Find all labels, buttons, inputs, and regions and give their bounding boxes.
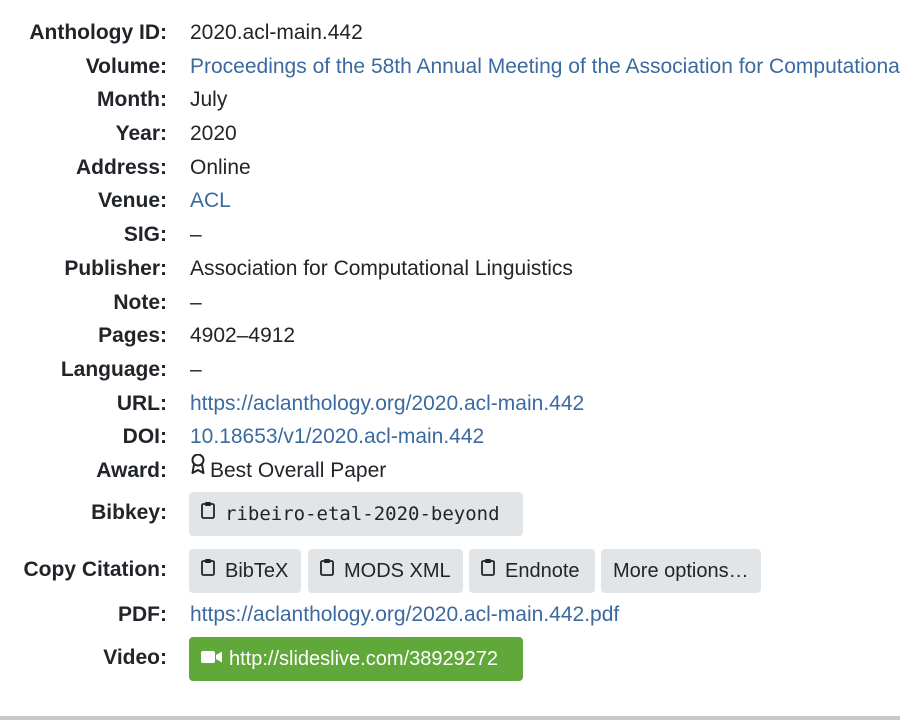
row-url: URL: https://aclanthology.org/2020.acl-m…: [0, 387, 900, 421]
value-publisher: Association for Computational Linguistic…: [190, 257, 573, 280]
label-publisher: Publisher:: [64, 257, 167, 280]
label-anthology-id: Anthology ID:: [29, 21, 167, 44]
row-anthology-id: Anthology ID: 2020.acl-main.442: [0, 16, 900, 50]
url-link[interactable]: https://aclanthology.org/2020.acl-main.4…: [190, 392, 584, 415]
more-options-label: More options…: [613, 560, 749, 582]
row-publisher: Publisher: Association for Computational…: [0, 252, 900, 286]
video-camera-icon: [201, 636, 223, 680]
label-note: Note:: [113, 291, 167, 314]
bottom-divider: [0, 716, 900, 720]
row-video: Video: http://slideslive.com/38929272: [0, 637, 900, 681]
mods-xml-label: MODS XML: [344, 560, 451, 582]
video-url-text: http://slideslive.com/38929272: [229, 648, 499, 670]
value-address: Online: [190, 156, 251, 179]
row-address: Address: Online: [0, 151, 900, 185]
row-language: Language: –: [0, 353, 900, 387]
label-venue: Venue:: [98, 189, 167, 212]
row-pages: Pages: 4902–4912: [0, 319, 900, 353]
label-url: URL:: [116, 392, 167, 415]
row-doi: DOI: 10.18653/v1/2020.acl-main.442: [0, 420, 900, 454]
copy-bibkey-button[interactable]: ribeiro-etal-2020-beyond: [189, 492, 523, 536]
row-pdf: PDF: https://aclanthology.org/2020.acl-m…: [0, 598, 900, 632]
copy-endnote-button[interactable]: Endnote: [469, 549, 595, 593]
value-pages: 4902–4912: [190, 324, 296, 347]
label-doi: DOI:: [122, 425, 167, 448]
row-award: Award: Best Overall Paper: [0, 454, 900, 488]
label-bibkey: Bibkey:: [91, 501, 167, 524]
bibkey-text: ribeiro-etal-2020-beyond: [225, 503, 500, 525]
row-year: Year: 2020: [0, 117, 900, 151]
label-copy-citation: Copy Citation:: [23, 558, 167, 581]
label-sig: SIG:: [123, 223, 167, 246]
value-year: 2020: [190, 122, 237, 145]
row-month: Month: July: [0, 83, 900, 117]
label-volume: Volume:: [85, 55, 167, 78]
doi-link[interactable]: 10.18653/v1/2020.acl-main.442: [190, 425, 484, 448]
row-copy-citation: Copy Citation: BibTeX MODS XML Endnote M…: [0, 549, 900, 593]
row-sig: SIG: –: [0, 218, 900, 252]
paper-details-list: Anthology ID: 2020.acl-main.442 Volume: …: [0, 0, 900, 720]
label-year: Year:: [115, 122, 167, 145]
label-video: Video:: [103, 646, 167, 669]
value-anthology-id: 2020.acl-main.442: [190, 21, 363, 44]
label-language: Language:: [60, 358, 167, 381]
award-text: Best Overall Paper: [210, 459, 387, 482]
label-pdf: PDF:: [118, 603, 167, 626]
row-note: Note: –: [0, 286, 900, 320]
volume-link[interactable]: Proceedings of the 58th Annual Meeting o…: [190, 55, 900, 78]
label-award: Award:: [96, 459, 167, 482]
more-options-button[interactable]: More options…: [601, 549, 761, 593]
award-icon: [190, 454, 206, 486]
clipboard-icon: [201, 548, 215, 592]
row-volume: Volume: Proceedings of the 58th Annual M…: [0, 50, 900, 84]
value-award: Best Overall Paper: [190, 454, 900, 488]
endnote-label: Endnote: [505, 560, 580, 582]
value-month: July: [190, 88, 228, 111]
row-bibkey: Bibkey: ribeiro-etal-2020-beyond: [0, 492, 900, 536]
value-language: –: [190, 358, 202, 381]
value-note: –: [190, 291, 202, 314]
clipboard-icon: [201, 491, 215, 535]
value-sig: –: [190, 223, 202, 246]
clipboard-icon: [320, 548, 334, 592]
label-month: Month:: [97, 88, 167, 111]
venue-link[interactable]: ACL: [190, 189, 231, 212]
bibtex-label: BibTeX: [225, 560, 289, 582]
copy-mods-xml-button[interactable]: MODS XML: [308, 549, 463, 593]
row-venue: Venue: ACL: [0, 184, 900, 218]
clipboard-icon: [481, 548, 495, 592]
video-link-button[interactable]: http://slideslive.com/38929272: [189, 637, 523, 681]
pdf-link[interactable]: https://aclanthology.org/2020.acl-main.4…: [190, 603, 619, 626]
label-pages: Pages:: [98, 324, 167, 347]
label-address: Address:: [75, 156, 167, 179]
copy-bibtex-button[interactable]: BibTeX: [189, 549, 301, 593]
